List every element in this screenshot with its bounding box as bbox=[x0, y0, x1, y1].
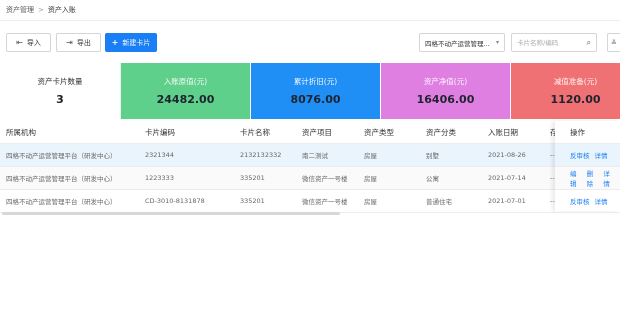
export-icon: ⇥ bbox=[66, 38, 73, 47]
cell-date: 2021-07-14 bbox=[488, 174, 526, 182]
stat-label: 资产净值(元) bbox=[423, 77, 468, 86]
table-row[interactable]: 四格不动产运营管理平台（研发中心） CD-3010-8131878 335201… bbox=[0, 190, 620, 213]
toolbar: ⇤ 导入 ⇥ 导出 + 新建卡片 四格不动产运营管理... ▾ ⌕ ≚ bbox=[0, 33, 620, 53]
cell-type: 房屋 bbox=[364, 198, 377, 206]
import-label: 导入 bbox=[26, 38, 41, 47]
cell-org: 四格不动产运营管理平台（研发中心） bbox=[6, 198, 117, 206]
cell-category: 公寓 bbox=[426, 175, 439, 183]
cell-code: CD-3010-8131878 bbox=[145, 197, 205, 205]
org-select[interactable]: 四格不动产运营管理... ▾ bbox=[419, 33, 505, 52]
col-header-name: 卡片名称 bbox=[240, 127, 270, 137]
export-button[interactable]: ⇥ 导出 bbox=[56, 33, 101, 52]
stat-value: 1120.00 bbox=[550, 93, 601, 106]
stat-label: 资产卡片数量 bbox=[37, 77, 83, 86]
row-actions: 反审核 详情 bbox=[555, 144, 620, 167]
col-header-category: 资产分类 bbox=[426, 127, 456, 137]
search-icon[interactable]: ⌕ bbox=[587, 38, 591, 48]
breadcrumb-parent[interactable]: 资产管理 bbox=[6, 5, 34, 15]
col-header-org: 所属机构 bbox=[6, 127, 36, 137]
chevron-down-icon: ▾ bbox=[495, 39, 499, 46]
cell-code: 1223333 bbox=[145, 174, 174, 182]
edit-link[interactable]: 编辑 bbox=[570, 168, 582, 188]
plus-icon: + bbox=[111, 38, 119, 47]
stat-label: 减值准备(元) bbox=[553, 77, 598, 86]
org-select-value: 四格不动产运营管理... bbox=[425, 39, 490, 48]
collapse-icon: ≚ bbox=[611, 38, 617, 47]
stat-value: 3 bbox=[56, 93, 64, 106]
cell-category: 别墅 bbox=[426, 152, 439, 160]
table-row[interactable]: 四格不动产运营管理平台（研发中心） 2321344 2132132332 南二测… bbox=[0, 144, 620, 167]
collapse-button[interactable]: ≚ bbox=[607, 33, 620, 52]
cell-org: 四格不动产运营管理平台（研发中心） bbox=[6, 175, 117, 183]
cell-name: 335201 bbox=[240, 197, 265, 205]
action-column: 操作 反审核 详情 编辑 删除 详情 反审核 详情 bbox=[555, 121, 620, 213]
cell-type: 房屋 bbox=[364, 175, 377, 183]
stat-card-original-value: 入账原值(元) 24482.00 bbox=[121, 63, 250, 119]
cell-project: 南二测试 bbox=[302, 152, 328, 160]
stats-bar: 资产卡片数量 3 入账原值(元) 24482.00 累计折旧(元) 8076.0… bbox=[0, 63, 620, 119]
stat-value: 24482.00 bbox=[156, 93, 215, 106]
cell-category: 普通住宅 bbox=[426, 198, 452, 206]
cell-name: 2132132332 bbox=[240, 151, 282, 159]
stat-value: 16406.00 bbox=[416, 93, 475, 106]
cell-code: 2321344 bbox=[145, 151, 174, 159]
col-header-date: 入账日期 bbox=[488, 127, 518, 137]
breadcrumb-current: 资产入账 bbox=[47, 6, 76, 14]
stat-label: 累计折旧(元) bbox=[293, 77, 338, 86]
import-icon: ⇤ bbox=[16, 38, 23, 47]
table-row[interactable]: 四格不动产运营管理平台（研发中心） 1223333 335201 微信资产一号楼… bbox=[0, 167, 620, 190]
stat-card-count: 资产卡片数量 3 bbox=[0, 63, 121, 119]
stat-value: 8076.00 bbox=[290, 93, 341, 106]
cell-project: 微信资产一号楼 bbox=[302, 198, 348, 206]
table-header: 所属机构 卡片编码 卡片名称 资产项目 资产类型 资产分类 入账日期 存 bbox=[0, 121, 620, 144]
export-label: 导出 bbox=[76, 38, 91, 47]
col-header-project: 资产项目 bbox=[302, 127, 332, 137]
search-input[interactable] bbox=[517, 38, 587, 47]
cell-project: 微信资产一号楼 bbox=[302, 175, 348, 183]
col-header-actions: 操作 bbox=[555, 121, 620, 144]
breadcrumb-separator: > bbox=[38, 6, 44, 14]
stat-label: 入账原值(元) bbox=[163, 77, 208, 86]
detail-link[interactable]: 详情 bbox=[595, 196, 608, 206]
breadcrumb: 资产管理 > 资产入账 bbox=[6, 4, 76, 16]
row-actions: 编辑 删除 详情 bbox=[555, 167, 620, 190]
unaudit-link[interactable]: 反审核 bbox=[570, 150, 590, 160]
col-header-type: 资产类型 bbox=[364, 127, 394, 137]
stat-card-impairment: 减值准备(元) 1120.00 bbox=[511, 63, 620, 119]
new-card-label: 新建卡片 bbox=[122, 38, 151, 47]
delete-link[interactable]: 删除 bbox=[587, 168, 599, 188]
cell-date: 2021-07-01 bbox=[488, 197, 526, 205]
search-box[interactable]: ⌕ bbox=[511, 33, 597, 52]
row-actions: 反审核 详情 bbox=[555, 190, 620, 213]
scrollbar-thumb[interactable] bbox=[2, 212, 340, 215]
unaudit-link[interactable]: 反审核 bbox=[570, 196, 590, 206]
stat-card-depreciation: 累计折旧(元) 8076.00 bbox=[251, 63, 380, 119]
horizontal-scrollbar[interactable] bbox=[0, 212, 620, 216]
import-button[interactable]: ⇤ 导入 bbox=[6, 33, 51, 52]
stat-card-net-value: 资产净值(元) 16406.00 bbox=[381, 63, 510, 119]
breadcrumb-divider bbox=[0, 20, 620, 21]
cell-name: 335201 bbox=[240, 174, 265, 182]
cell-org: 四格不动产运营管理平台（研发中心） bbox=[6, 152, 117, 160]
detail-link[interactable]: 详情 bbox=[595, 150, 608, 160]
cell-date: 2021-08-26 bbox=[488, 151, 526, 159]
detail-link[interactable]: 详情 bbox=[603, 168, 615, 188]
col-header-code: 卡片编码 bbox=[145, 127, 175, 137]
cell-type: 房屋 bbox=[364, 152, 377, 160]
new-card-button[interactable]: + 新建卡片 bbox=[105, 33, 157, 52]
